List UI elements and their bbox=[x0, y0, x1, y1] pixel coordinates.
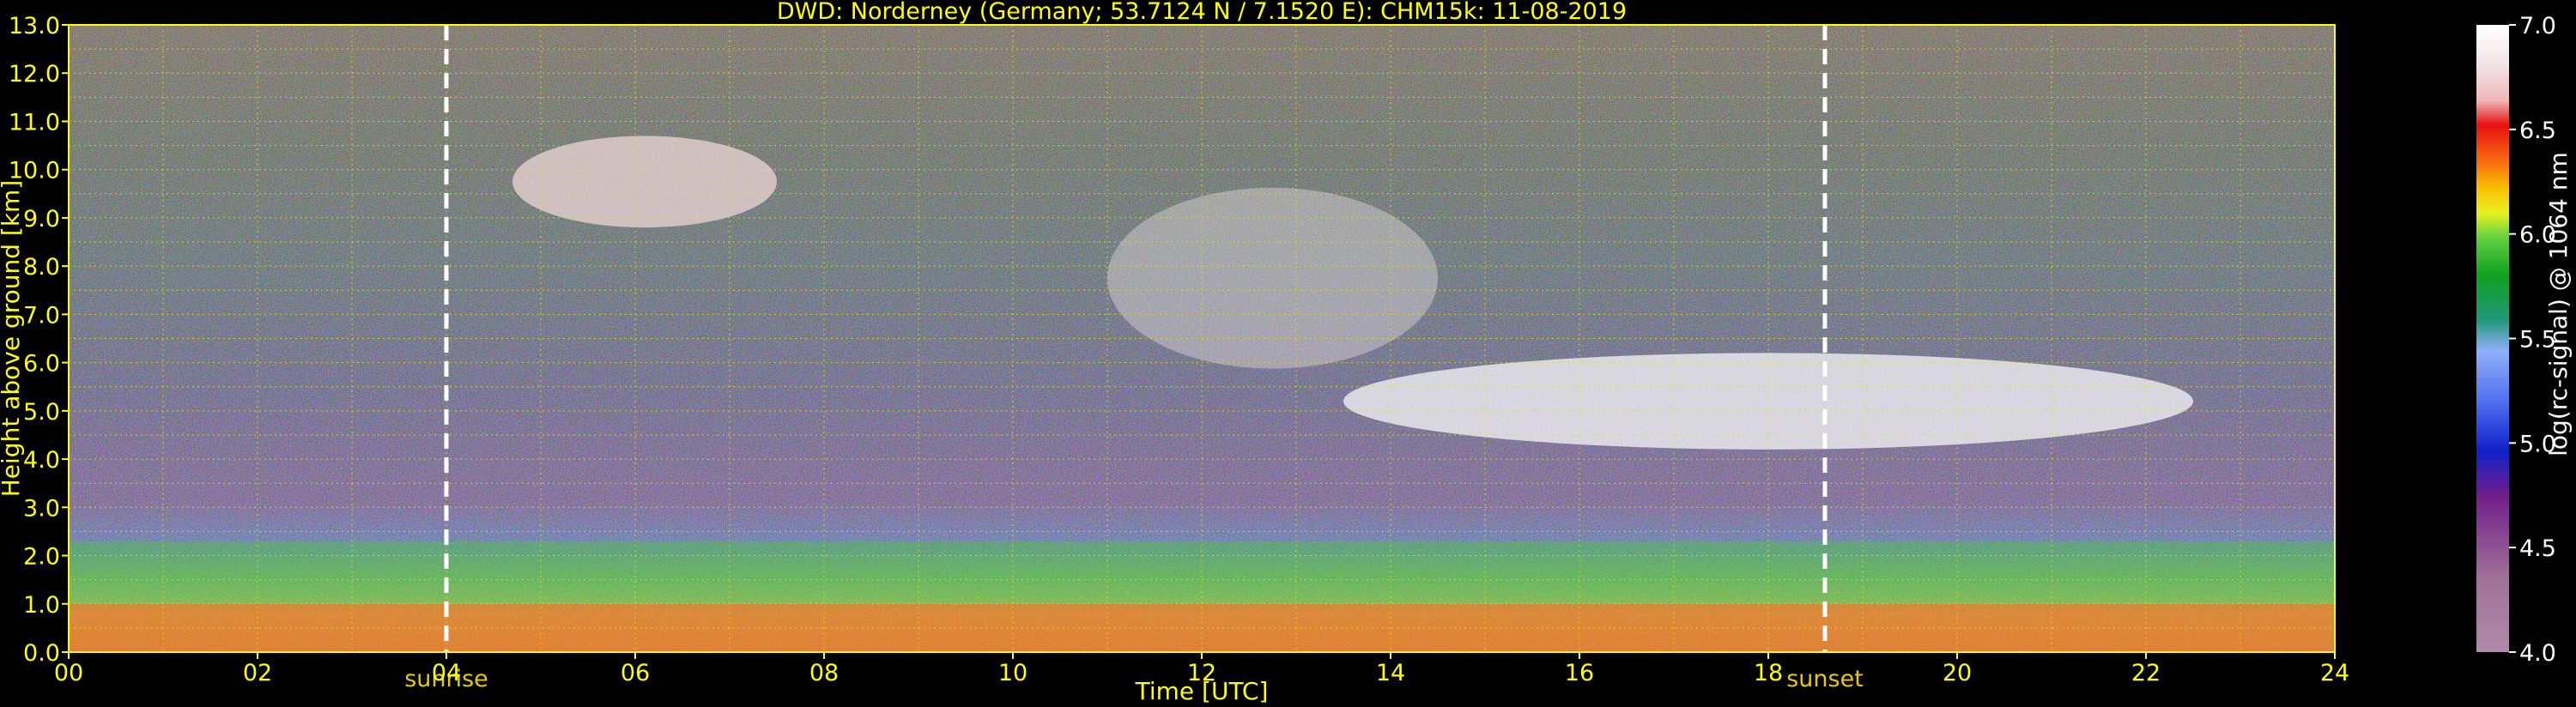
colorbar-tick-label: 6.5 bbox=[2519, 118, 2556, 144]
y-tick-label: 0.0 bbox=[23, 640, 60, 667]
y-tick-label: 7.0 bbox=[23, 302, 60, 329]
x-tick-label: 06 bbox=[621, 660, 650, 686]
x-tick-label: 14 bbox=[1376, 660, 1405, 686]
x-tick-label: 22 bbox=[2131, 660, 2161, 686]
y-tick-label: 4.0 bbox=[23, 447, 60, 474]
colorbar-tick-label: 4.5 bbox=[2519, 535, 2556, 562]
colorbar-label: log(rc-signal) @ 1064 nm bbox=[2544, 152, 2573, 456]
y-tick-label: 1.0 bbox=[23, 592, 60, 619]
ceilometer-chart: sunrise sunset 00 02 04 06 08 10 12 14 16 18 20 22 24… bbox=[0, 0, 2573, 705]
x-tick-label: 16 bbox=[1565, 660, 1594, 686]
x-tick-label: 02 bbox=[243, 660, 272, 686]
x-tick-label: 18 bbox=[1754, 660, 1783, 686]
colorbar-tick-label: 4.0 bbox=[2519, 640, 2556, 667]
y-tick-label: 6.0 bbox=[23, 351, 60, 378]
x-axis-label: Time [UTC] bbox=[1135, 677, 1269, 705]
y-tick-label: 9.0 bbox=[23, 206, 60, 233]
y-tick-label: 8.0 bbox=[23, 254, 60, 281]
x-tick-label: 24 bbox=[2320, 660, 2349, 686]
x-tick-label: 10 bbox=[998, 660, 1027, 686]
colorbar-tick-label: 7.0 bbox=[2519, 13, 2556, 39]
colorbar: 4.04.55.05.56.06.57.0 log(rc-signal) @ 1… bbox=[2476, 13, 2573, 667]
y-tick-label: 5.0 bbox=[23, 399, 60, 426]
chart-title: DWD: Norderney (Germany; 53.7124 N / 7.1… bbox=[777, 0, 1627, 25]
sunset-label: sunset bbox=[1786, 666, 1864, 692]
y-tick-label: 11.0 bbox=[9, 109, 60, 136]
y-axis-label: Height above ground [km] bbox=[0, 180, 25, 498]
feature-early-cirrus bbox=[512, 136, 777, 228]
colorbar-gradient bbox=[2476, 25, 2509, 652]
feature-cirrus-streaks bbox=[1107, 187, 1438, 369]
y-tick-label: 12.0 bbox=[9, 61, 60, 88]
y-tick-label: 3.0 bbox=[23, 495, 60, 522]
y-tick-label: 13.0 bbox=[9, 13, 60, 39]
x-tick-label: 20 bbox=[1943, 660, 1972, 686]
y-tick-label: 2.0 bbox=[23, 544, 60, 571]
x-tick-label: 08 bbox=[809, 660, 839, 686]
x-tick-label: 04 bbox=[432, 660, 461, 686]
